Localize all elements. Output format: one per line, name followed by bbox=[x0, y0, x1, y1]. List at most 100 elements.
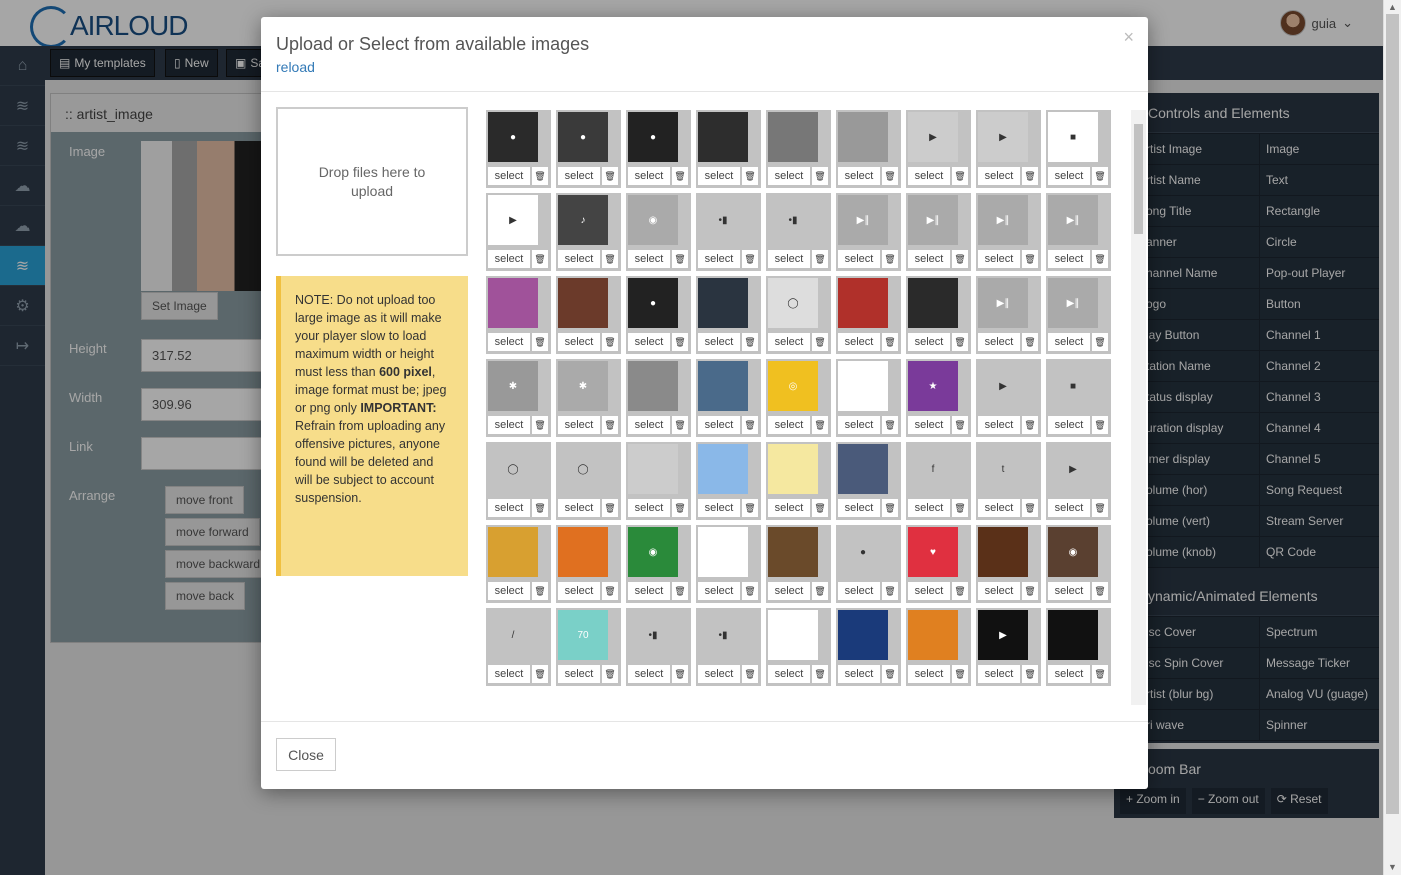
select-button[interactable]: select bbox=[838, 499, 880, 517]
select-button[interactable]: select bbox=[558, 333, 600, 351]
trash-icon[interactable]: 🗑 bbox=[602, 499, 618, 517]
trash-icon[interactable]: 🗑 bbox=[672, 333, 688, 351]
trash-icon[interactable]: 🗑 bbox=[1022, 665, 1038, 683]
image-thumbnail[interactable]: ● bbox=[628, 112, 678, 162]
select-button[interactable]: select bbox=[1048, 665, 1090, 683]
trash-icon[interactable]: 🗑 bbox=[812, 582, 828, 600]
trash-icon[interactable]: 🗑 bbox=[1022, 582, 1038, 600]
trash-icon[interactable]: 🗑 bbox=[1092, 499, 1108, 517]
select-button[interactable]: select bbox=[768, 665, 810, 683]
image-thumbnail[interactable]: ★ bbox=[908, 361, 958, 411]
trash-icon[interactable]: 🗑 bbox=[602, 250, 618, 268]
trash-icon[interactable]: 🗑 bbox=[742, 167, 758, 185]
trash-icon[interactable]: 🗑 bbox=[952, 333, 968, 351]
image-thumbnail[interactable] bbox=[978, 527, 1028, 577]
close-icon[interactable]: × bbox=[1123, 27, 1134, 48]
trash-icon[interactable]: 🗑 bbox=[742, 582, 758, 600]
scroll-thumb[interactable] bbox=[1386, 14, 1399, 814]
select-button[interactable]: select bbox=[838, 582, 880, 600]
image-thumbnail[interactable]: ■ bbox=[1048, 361, 1098, 411]
image-thumbnail[interactable]: •▮ bbox=[628, 610, 678, 660]
select-button[interactable]: select bbox=[908, 167, 950, 185]
select-button[interactable]: select bbox=[698, 665, 740, 683]
select-button[interactable]: select bbox=[838, 333, 880, 351]
select-button[interactable]: select bbox=[1048, 167, 1090, 185]
select-button[interactable]: select bbox=[838, 665, 880, 683]
image-thumbnail[interactable]: ▶∥ bbox=[838, 195, 888, 245]
image-thumbnail[interactable]: ▶ bbox=[908, 112, 958, 162]
image-thumbnail[interactable]: ▶ bbox=[1048, 444, 1098, 494]
image-thumbnail[interactable]: ▶∥ bbox=[908, 195, 958, 245]
trash-icon[interactable]: 🗑 bbox=[672, 499, 688, 517]
trash-icon[interactable]: 🗑 bbox=[952, 167, 968, 185]
trash-icon[interactable]: 🗑 bbox=[952, 416, 968, 434]
image-thumbnail[interactable] bbox=[838, 278, 888, 328]
select-button[interactable]: select bbox=[698, 416, 740, 434]
trash-icon[interactable]: 🗑 bbox=[882, 665, 898, 683]
scroll-up-icon[interactable]: ▲ bbox=[1388, 2, 1397, 12]
trash-icon[interactable]: 🗑 bbox=[742, 416, 758, 434]
image-thumbnail[interactable]: 70 bbox=[558, 610, 608, 660]
image-thumbnail[interactable]: ◯ bbox=[488, 444, 538, 494]
trash-icon[interactable]: 🗑 bbox=[1092, 167, 1108, 185]
select-button[interactable]: select bbox=[768, 582, 810, 600]
trash-icon[interactable]: 🗑 bbox=[952, 665, 968, 683]
image-thumbnail[interactable] bbox=[908, 278, 958, 328]
select-button[interactable]: select bbox=[1048, 333, 1090, 351]
trash-icon[interactable]: 🗑 bbox=[812, 416, 828, 434]
select-button[interactable]: select bbox=[1048, 250, 1090, 268]
image-thumbnail[interactable] bbox=[488, 527, 538, 577]
trash-icon[interactable]: 🗑 bbox=[812, 167, 828, 185]
select-button[interactable]: select bbox=[978, 333, 1020, 351]
trash-icon[interactable]: 🗑 bbox=[602, 416, 618, 434]
trash-icon[interactable]: 🗑 bbox=[1092, 582, 1108, 600]
select-button[interactable]: select bbox=[488, 250, 530, 268]
trash-icon[interactable]: 🗑 bbox=[672, 167, 688, 185]
trash-icon[interactable]: 🗑 bbox=[882, 582, 898, 600]
image-thumbnail[interactable]: ▶ bbox=[488, 195, 538, 245]
image-thumbnail[interactable]: •▮ bbox=[698, 610, 748, 660]
trash-icon[interactable]: 🗑 bbox=[742, 499, 758, 517]
trash-icon[interactable]: 🗑 bbox=[742, 665, 758, 683]
select-button[interactable]: select bbox=[768, 250, 810, 268]
select-button[interactable]: select bbox=[908, 250, 950, 268]
image-thumbnail[interactable] bbox=[558, 278, 608, 328]
select-button[interactable]: select bbox=[908, 665, 950, 683]
select-button[interactable]: select bbox=[628, 499, 670, 517]
select-button[interactable]: select bbox=[628, 582, 670, 600]
trash-icon[interactable]: 🗑 bbox=[602, 333, 618, 351]
image-thumbnail[interactable] bbox=[698, 278, 748, 328]
select-button[interactable]: select bbox=[978, 665, 1020, 683]
select-button[interactable]: select bbox=[628, 416, 670, 434]
select-button[interactable]: select bbox=[558, 250, 600, 268]
trash-icon[interactable]: 🗑 bbox=[672, 665, 688, 683]
select-button[interactable]: select bbox=[838, 167, 880, 185]
image-thumbnail[interactable]: ✱ bbox=[558, 361, 608, 411]
image-thumbnail[interactable] bbox=[1048, 610, 1098, 660]
trash-icon[interactable]: 🗑 bbox=[882, 167, 898, 185]
select-button[interactable]: select bbox=[558, 499, 600, 517]
trash-icon[interactable]: 🗑 bbox=[882, 250, 898, 268]
trash-icon[interactable]: 🗑 bbox=[1092, 665, 1108, 683]
select-button[interactable]: select bbox=[698, 250, 740, 268]
trash-icon[interactable]: 🗑 bbox=[532, 416, 548, 434]
select-button[interactable]: select bbox=[838, 416, 880, 434]
image-thumbnail[interactable]: ◯ bbox=[558, 444, 608, 494]
image-thumbnail[interactable] bbox=[698, 361, 748, 411]
select-button[interactable]: select bbox=[558, 416, 600, 434]
select-button[interactable]: select bbox=[628, 333, 670, 351]
select-button[interactable]: select bbox=[488, 499, 530, 517]
select-button[interactable]: select bbox=[698, 333, 740, 351]
image-thumbnail[interactable] bbox=[768, 112, 818, 162]
select-button[interactable]: select bbox=[838, 250, 880, 268]
image-thumbnail[interactable]: ▶ bbox=[978, 610, 1028, 660]
image-thumbnail[interactable]: ■ bbox=[1048, 112, 1098, 162]
scroll-down-icon[interactable]: ▼ bbox=[1388, 862, 1397, 872]
trash-icon[interactable]: 🗑 bbox=[602, 665, 618, 683]
trash-icon[interactable]: 🗑 bbox=[532, 167, 548, 185]
select-button[interactable]: select bbox=[908, 499, 950, 517]
trash-icon[interactable]: 🗑 bbox=[672, 582, 688, 600]
image-thumbnail[interactable]: ● bbox=[558, 112, 608, 162]
image-thumbnail[interactable] bbox=[488, 278, 538, 328]
select-button[interactable]: select bbox=[978, 167, 1020, 185]
